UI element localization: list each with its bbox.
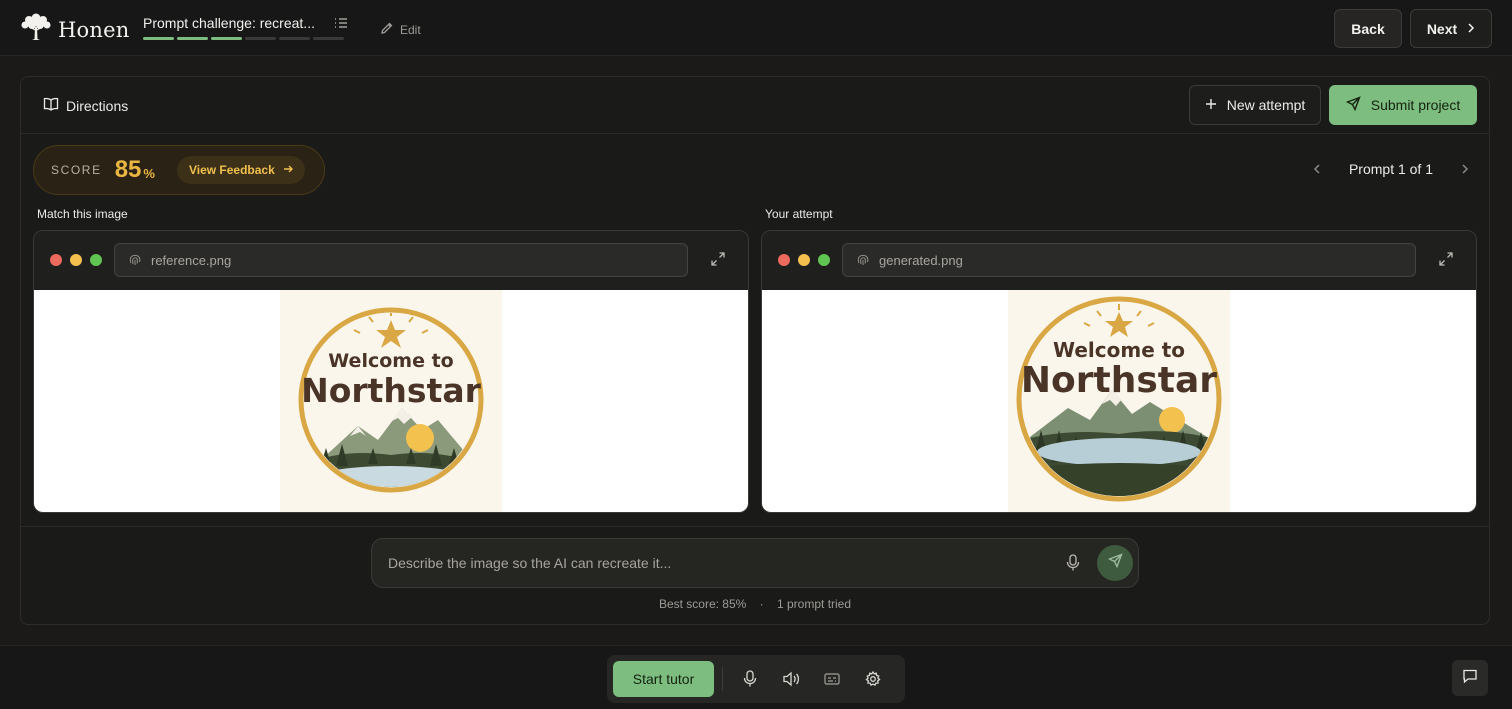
chat-bubble-icon <box>1462 668 1478 689</box>
reference-filename: reference.png <box>151 252 232 268</box>
tree-logo-icon <box>20 12 52 47</box>
panel-header: Directions New attempt Submit project <box>21 77 1489 134</box>
book-icon <box>43 97 59 114</box>
challenge-title[interactable]: Prompt challenge: recreat... <box>143 15 315 31</box>
next-button[interactable]: Next <box>1410 9 1492 48</box>
prompt-composer <box>371 538 1139 588</box>
score-pill: SCORE 85 % View Feedback <box>33 145 325 195</box>
minimize-dot <box>70 254 82 266</box>
reference-badge: Welcome to Northstar <box>280 290 502 512</box>
send-prompt-button[interactable] <box>1097 545 1133 581</box>
minimize-dot <box>798 254 810 266</box>
new-attempt-label: New attempt <box>1226 97 1306 113</box>
next-label: Next <box>1426 20 1458 37</box>
tutor-dock: Start tutor <box>607 655 905 703</box>
view-feedback-label: View Feedback <box>188 163 275 177</box>
new-attempt-button[interactable]: New attempt <box>1189 85 1321 125</box>
best-score: Best score: 85% <box>658 597 747 611</box>
plus-icon <box>1205 97 1217 113</box>
challenge-panel: Directions New attempt Submit project SC… <box>20 76 1490 625</box>
prompt-counter: Prompt 1 of 1 <box>1348 161 1433 177</box>
prompt-navigator: Prompt 1 of 1 <box>1309 161 1473 177</box>
microphone-icon[interactable] <box>735 664 765 694</box>
score-unit: % <box>143 165 155 181</box>
submit-project-button[interactable]: Submit project <box>1329 85 1477 125</box>
progress-segment <box>245 37 276 40</box>
prompt-input[interactable] <box>388 539 1048 587</box>
directions-button[interactable]: Directions <box>43 97 128 114</box>
send-icon <box>1345 96 1361 114</box>
badge-text-line2: Northstar <box>1021 360 1217 401</box>
start-tutor-button[interactable]: Start tutor <box>613 661 714 697</box>
chevron-right-icon[interactable] <box>1457 161 1473 177</box>
attempt-window-bar: generated.png <box>762 231 1476 290</box>
attempt-caption: Your attempt <box>765 207 833 221</box>
window-controls <box>50 254 102 266</box>
list-icon[interactable] <box>334 16 348 34</box>
badge-text-line2: Northstar <box>301 371 482 410</box>
expand-icon[interactable] <box>710 251 726 272</box>
score-label: SCORE <box>51 163 102 177</box>
back-button[interactable]: Back <box>1334 9 1402 48</box>
maximize-dot <box>818 254 830 266</box>
attempt-filename: generated.png <box>879 252 963 268</box>
progress-segment <box>313 37 344 40</box>
directions-label: Directions <box>66 97 129 114</box>
progress-segment <box>143 37 174 40</box>
close-dot <box>50 254 62 266</box>
badge-text-line1: Welcome to <box>328 350 453 372</box>
dock-divider <box>722 667 723 691</box>
bottom-bar: Start tutor <box>0 645 1512 709</box>
app-name: Honen <box>58 17 130 42</box>
reference-image: Welcome to Northstar <box>34 290 748 512</box>
captions-icon[interactable] <box>817 664 847 694</box>
challenge-header: Prompt challenge: recreat... <box>143 15 347 40</box>
speaker-icon[interactable] <box>776 664 806 694</box>
close-dot <box>778 254 790 266</box>
progress-segment <box>279 37 310 40</box>
expand-icon[interactable] <box>1438 251 1454 272</box>
chevron-left-icon[interactable] <box>1309 161 1325 177</box>
attempt-filename-bar: generated.png <box>842 243 1416 277</box>
progress-segment <box>211 37 242 40</box>
view-feedback-button[interactable]: View Feedback <box>176 156 305 184</box>
edit-label: Edit <box>400 22 421 37</box>
score-value: 85 <box>114 156 142 183</box>
badge-text-line1: Welcome to <box>1053 338 1185 362</box>
reference-filename-bar: reference.png <box>114 243 688 277</box>
progress-segment <box>177 37 208 40</box>
composer-divider <box>21 526 1489 527</box>
prompts-tried: 1 prompt tried <box>777 597 852 611</box>
fingerprint-icon <box>856 252 870 269</box>
submit-label: Submit project <box>1370 97 1461 113</box>
back-label: Back <box>1351 20 1385 37</box>
maximize-dot <box>90 254 102 266</box>
microphone-icon[interactable] <box>1066 554 1080 577</box>
stats-separator: · <box>759 597 764 611</box>
attempt-stats: Best score: 85% · 1 prompt tried <box>21 597 1489 611</box>
edit-button[interactable]: Edit <box>380 21 421 38</box>
pencil-icon <box>380 21 394 38</box>
app-logo[interactable]: Honen <box>20 12 129 47</box>
challenge-progress <box>143 37 344 40</box>
attempt-image: Welcome to Northstar <box>762 290 1476 512</box>
fingerprint-icon <box>128 252 142 269</box>
top-bar: Honen Prompt challenge: recreat... Edit … <box>0 0 1512 56</box>
chevron-right-icon <box>1467 21 1475 37</box>
start-tutor-label: Start tutor <box>632 671 695 687</box>
reference-window-bar: reference.png <box>34 231 748 290</box>
chat-button[interactable] <box>1452 660 1488 696</box>
window-controls <box>778 254 830 266</box>
gear-icon[interactable] <box>858 664 888 694</box>
arrow-right-icon <box>283 163 293 177</box>
attempt-badge: Welcome to Northstar <box>1008 290 1230 512</box>
reference-frame: reference.png Welcome to Northstar <box>33 230 749 513</box>
attempt-frame: generated.png Welcome to Northstar <box>761 230 1477 513</box>
send-icon <box>1107 553 1123 573</box>
reference-caption: Match this image <box>37 207 128 221</box>
